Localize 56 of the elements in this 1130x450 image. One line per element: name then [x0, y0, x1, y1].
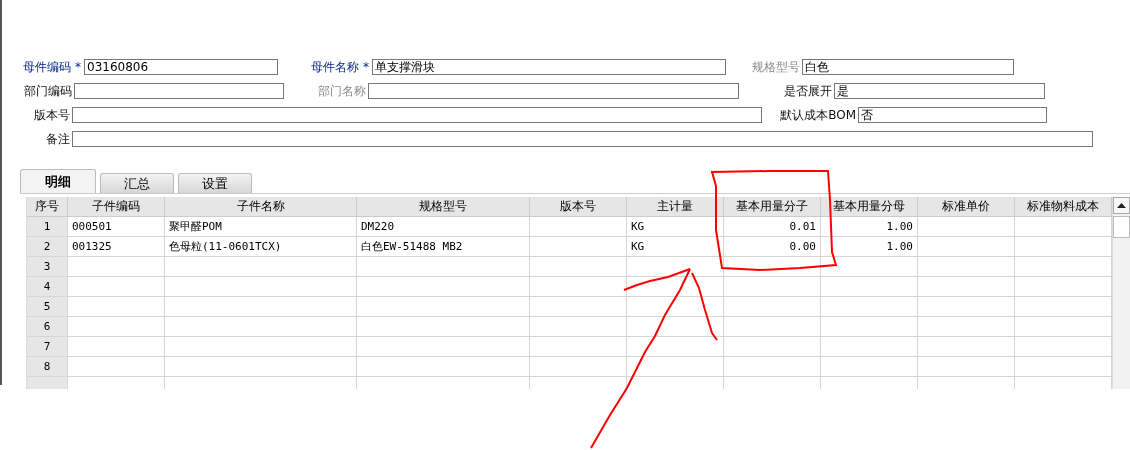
row-number: 7	[27, 337, 68, 357]
field-label: 版本号	[34, 106, 70, 124]
input-field[interactable]: 单支撑滑块	[372, 59, 726, 75]
tab[interactable]: 设置	[178, 173, 252, 193]
scrollbar[interactable]	[1112, 197, 1130, 389]
column-header[interactable]: 子件编码	[68, 197, 165, 217]
table-cell: 000501	[68, 217, 165, 237]
scroll-up-icon[interactable]	[1113, 197, 1130, 214]
row-number: 3	[27, 257, 68, 277]
column-header[interactable]: 版本号	[530, 197, 627, 217]
table-cell: KG	[627, 237, 724, 257]
tab[interactable]: 汇总	[100, 173, 174, 193]
field-label: 部门编码	[24, 82, 72, 100]
field-label: 母件名称	[311, 58, 359, 76]
input-field[interactable]: 是	[834, 83, 1045, 99]
column-header[interactable]: 标准单价	[918, 197, 1015, 217]
scroll-thumb[interactable]	[1113, 216, 1130, 238]
field-label: 是否展开	[784, 82, 832, 100]
field-label: 部门名称	[318, 82, 366, 100]
column-header[interactable]: 主计量	[627, 197, 724, 217]
field-label: 默认成本BOM	[780, 106, 856, 124]
required-marker: *	[363, 60, 369, 74]
row-number: 4	[27, 277, 68, 297]
input-field[interactable]	[368, 83, 739, 99]
required-marker: *	[75, 60, 81, 74]
input-field[interactable]	[74, 83, 284, 99]
row-number: 6	[27, 317, 68, 337]
column-header[interactable]: 序号	[27, 197, 68, 217]
column-header[interactable]: 基本用量分母	[821, 197, 918, 217]
table-cell: 001325	[68, 237, 165, 257]
table-cell: 0.00	[724, 237, 821, 257]
input-field[interactable]: 否	[858, 107, 1047, 123]
input-field[interactable]	[72, 107, 762, 123]
column-header[interactable]: 规格型号	[357, 197, 530, 217]
table-cell: 聚甲醛POM	[165, 217, 357, 237]
row-number: 5	[27, 297, 68, 317]
row-number: 2	[27, 237, 68, 257]
table-cell: 色母粒(11-0601TCX)	[165, 237, 357, 257]
column-header[interactable]: 子件名称	[165, 197, 357, 217]
input-field[interactable]: 03160806	[84, 59, 278, 75]
row-number: 1	[27, 217, 68, 237]
tab[interactable]: 明细	[20, 169, 96, 193]
input-field[interactable]	[72, 131, 1093, 147]
table-cell: 白色EW-51488 MB2	[357, 237, 530, 257]
table-cell: 0.01	[724, 217, 821, 237]
row-number: 8	[27, 357, 68, 377]
column-header[interactable]: 基本用量分子	[724, 197, 821, 217]
table-cell: 1.00	[821, 217, 918, 237]
table-cell: 1.00	[821, 237, 918, 257]
column-header[interactable]: 标准物料成本	[1015, 197, 1112, 217]
field-label: 备注	[46, 130, 70, 148]
table-cell: KG	[627, 217, 724, 237]
field-label: 规格型号	[752, 58, 800, 76]
field-label: 母件编码	[23, 58, 71, 76]
input-field[interactable]: 白色	[802, 59, 1014, 75]
table-cell: DM220	[357, 217, 530, 237]
